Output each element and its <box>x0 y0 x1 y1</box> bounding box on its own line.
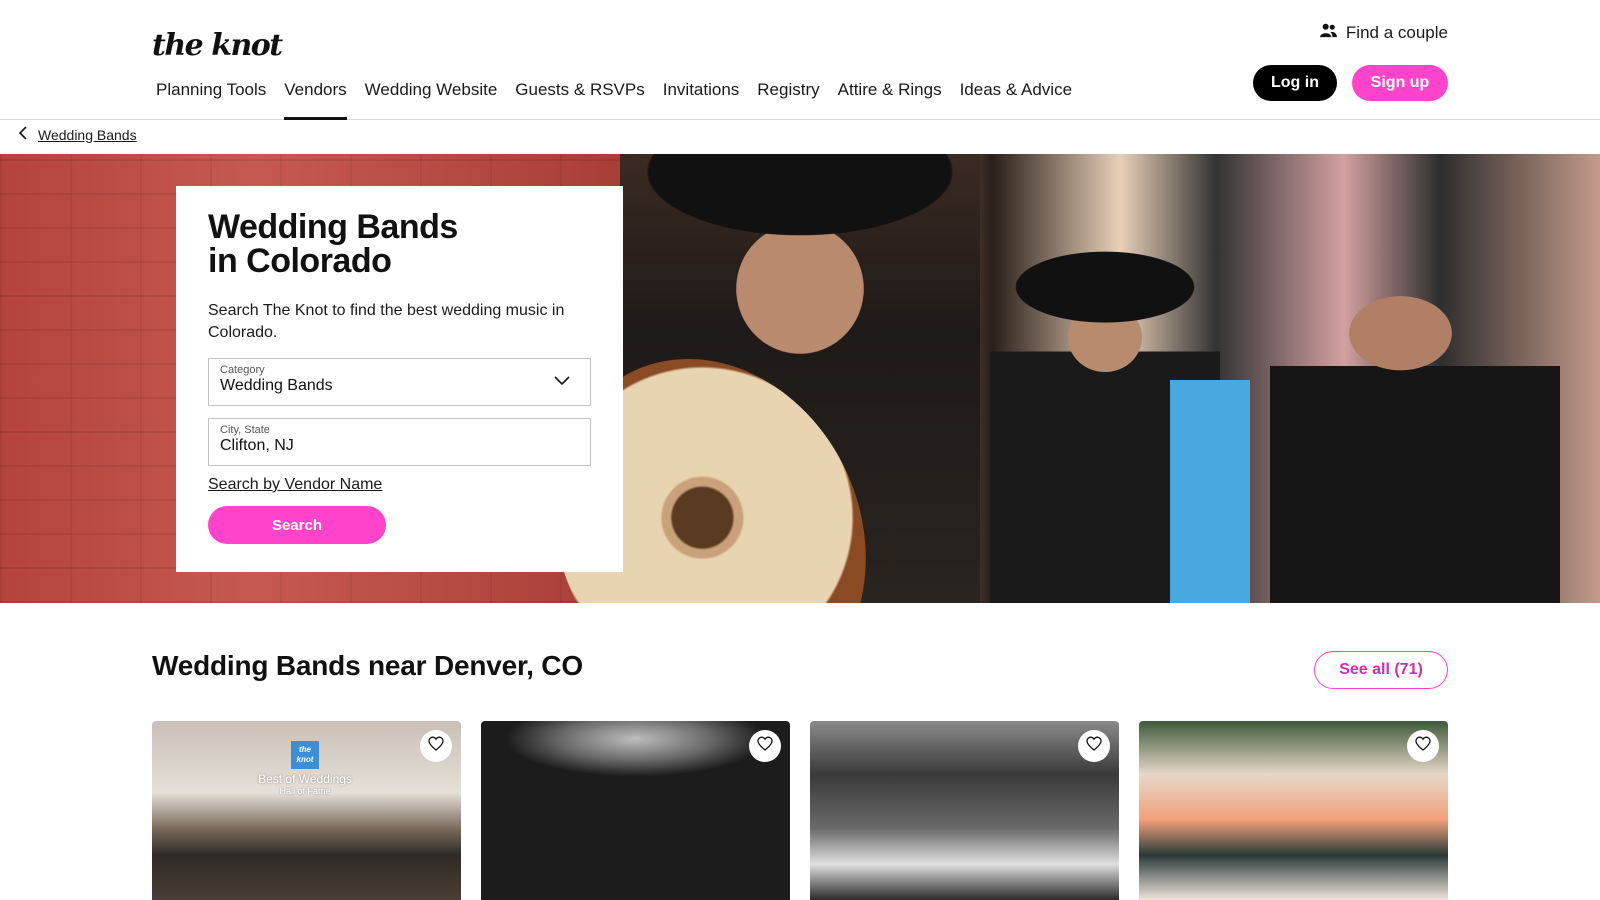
category-label: Category <box>220 364 265 376</box>
see-all-button[interactable]: See all (71) <box>1314 651 1448 689</box>
vendor-card-3[interactable] <box>810 721 1119 900</box>
vendor-card-4[interactable] <box>1139 721 1448 900</box>
badge-subtitle: Hall of Fame <box>279 786 331 796</box>
city-state-input[interactable]: City, State Clifton, NJ <box>208 418 591 466</box>
best-of-weddings-badge: the knot Best of Weddings Hall of Fame <box>256 741 354 796</box>
nav-item-registry[interactable]: Registry <box>757 76 819 120</box>
page-title: Wedding Bands in Colorado <box>208 210 591 278</box>
signup-button[interactable]: Sign up <box>1352 65 1448 101</box>
people-icon <box>1319 23 1337 43</box>
category-select[interactable]: Category Wedding Bands <box>208 358 591 406</box>
page-title-line-2: in Colorado <box>208 242 392 280</box>
search-button[interactable]: Search <box>208 506 386 544</box>
the-knot-badge-icon: the knot <box>291 741 319 769</box>
favorite-button[interactable] <box>1078 730 1110 762</box>
find-couple-label: Find a couple <box>1345 23 1448 42</box>
heart-icon <box>757 736 773 756</box>
hero-musician-3 <box>1270 274 1560 603</box>
login-button[interactable]: Log in <box>1253 65 1337 101</box>
badge-title: Best of Weddings <box>258 772 352 786</box>
vendor-card-1[interactable]: the knot Best of Weddings Hall of Fame <box>152 721 461 900</box>
main-nav: Planning Tools Vendors Wedding Website G… <box>156 76 1090 120</box>
section-title: Wedding Bands near Denver, CO <box>152 650 583 681</box>
nav-item-invitations[interactable]: Invitations <box>663 76 740 120</box>
heart-icon <box>1086 736 1102 756</box>
city-state-label: City, State <box>220 424 270 436</box>
nav-item-planning-tools[interactable]: Planning Tools <box>156 76 266 120</box>
nav-item-wedding-website[interactable]: Wedding Website <box>365 76 498 120</box>
favorite-button[interactable] <box>749 730 781 762</box>
search-description: Search The Knot to find the best wedding… <box>208 302 565 341</box>
heart-icon <box>1415 736 1431 756</box>
nav-item-attire-rings[interactable]: Attire & Rings <box>838 76 942 120</box>
vendor-cards: the knot Best of Weddings Hall of Fame <box>152 721 1448 900</box>
the-knot-logo[interactable]: the knot <box>152 28 283 63</box>
site-header: the knot Planning Tools Vendors Wedding … <box>0 0 1600 120</box>
nav-item-guests-rsvps[interactable]: Guests & RSVPs <box>515 76 644 120</box>
nav-item-ideas-advice[interactable]: Ideas & Advice <box>960 76 1072 120</box>
city-state-value: Clifton, NJ <box>220 437 294 454</box>
search-card: Wedding Bands in Colorado Search The Kno… <box>176 186 623 572</box>
nav-item-vendors[interactable]: Vendors <box>284 76 348 120</box>
favorite-button[interactable] <box>1407 730 1439 762</box>
breadcrumb-link-wedding-bands[interactable]: Wedding Bands <box>38 127 137 143</box>
vendor-card-2[interactable] <box>481 721 790 900</box>
chevron-left-icon[interactable] <box>18 126 28 143</box>
hero-guest <box>1170 324 1250 603</box>
search-by-vendor-name-link[interactable]: Search by Vendor Name <box>208 476 382 494</box>
category-value: Wedding Bands <box>220 377 333 394</box>
heart-icon <box>428 736 444 756</box>
page-title-line-1: Wedding Bands <box>208 208 458 246</box>
find-couple-link[interactable]: Find a couple <box>1319 23 1448 43</box>
breadcrumb: Wedding Bands <box>18 126 137 143</box>
favorite-button[interactable] <box>420 730 452 762</box>
